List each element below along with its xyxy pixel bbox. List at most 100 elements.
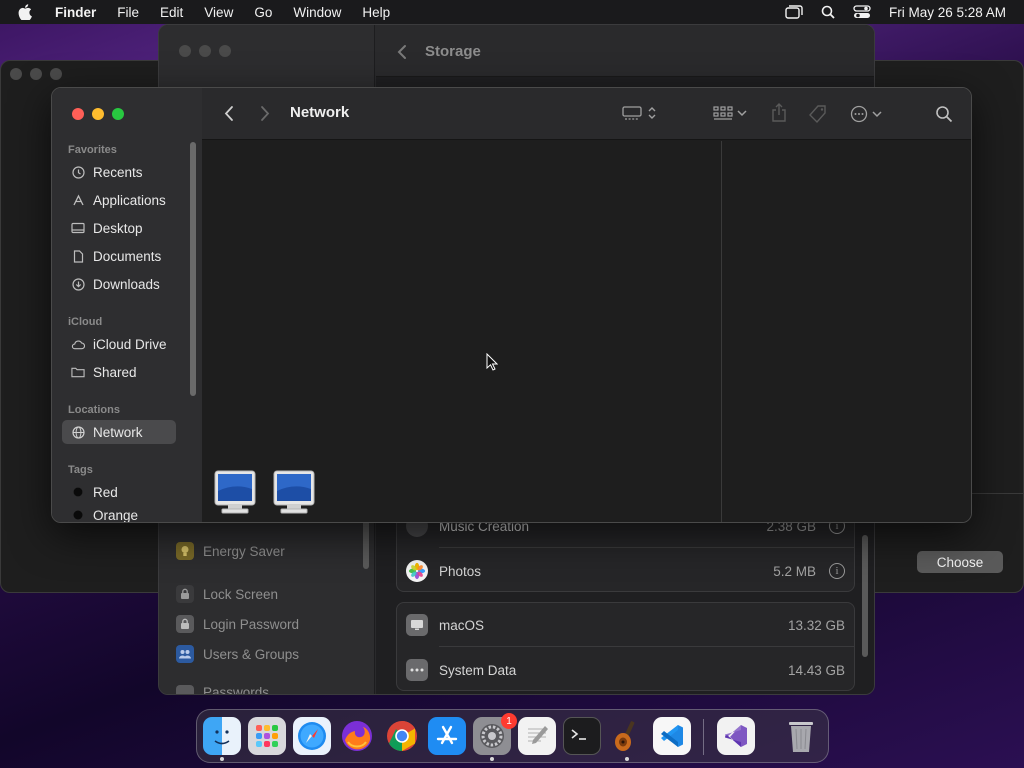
- sidebar-item-icloud-drive[interactable]: iCloud Drive: [62, 332, 176, 356]
- key-icon: [176, 685, 194, 694]
- menu-go[interactable]: Go: [254, 5, 272, 20]
- running-indicator: [220, 757, 224, 761]
- finder-toolbar: Network: [202, 88, 971, 140]
- sidebar-item-shared[interactable]: Shared: [62, 360, 176, 384]
- sidebar-item-label: Red: [93, 484, 118, 500]
- network-computer-icon[interactable]: [213, 469, 257, 515]
- launchpad-icon[interactable]: [248, 717, 286, 755]
- sidebar-item-login-password[interactable]: Login Password: [176, 613, 299, 635]
- users-icon: [176, 645, 194, 663]
- close-button[interactable]: [72, 108, 84, 120]
- sidebar-item-label: Passwords: [203, 685, 270, 695]
- chevron-down-icon: [872, 111, 882, 118]
- trash-icon[interactable]: [782, 717, 820, 755]
- garageband-icon[interactable]: [608, 717, 646, 755]
- sidebar-item-documents[interactable]: Documents: [62, 244, 176, 268]
- sidebar-item-energy-saver[interactable]: Energy Saver: [176, 540, 285, 562]
- storage-row-macos[interactable]: macOS 13.32 GB: [397, 603, 854, 647]
- lock-icon: [176, 585, 194, 603]
- storage-item-name: Photos: [439, 563, 482, 579]
- grid-icon: [713, 106, 733, 120]
- applications-icon: [71, 193, 85, 207]
- firefox-icon[interactable]: [338, 717, 376, 755]
- sidebar-item-label: Applications: [93, 192, 166, 208]
- sidebar-item-users-groups[interactable]: Users & Groups: [176, 643, 299, 665]
- tag-dot-icon: [71, 508, 85, 522]
- chrome-icon[interactable]: [383, 717, 421, 755]
- menu-bar: Finder File Edit View Go Window Help Fri…: [0, 0, 1024, 24]
- window-switcher-icon[interactable]: [785, 5, 803, 19]
- view-mode-button[interactable]: [622, 105, 656, 121]
- column-divider[interactable]: [721, 141, 722, 522]
- storage-row-photos[interactable]: Photos 5.2 MB i: [397, 549, 854, 593]
- search-button[interactable]: [935, 105, 953, 123]
- textedit-icon[interactable]: [518, 717, 556, 755]
- storage-item-size: 14.43 GB: [787, 662, 845, 678]
- storage-item-name: macOS: [439, 617, 485, 633]
- search-icon: [936, 106, 953, 123]
- settings-window-controls: [179, 45, 231, 57]
- sidebar-item-desktop[interactable]: Desktop: [62, 216, 176, 240]
- sidebar-item-tag-red[interactable]: Red: [62, 480, 176, 504]
- divider: [439, 547, 854, 548]
- menu-clock[interactable]: Fri May 26 5:28 AM: [889, 5, 1006, 20]
- tag-dot-icon: [71, 485, 85, 499]
- sidebar-item-recents[interactable]: Recents: [62, 160, 176, 184]
- menu-window[interactable]: Window: [293, 5, 341, 20]
- zoom-button[interactable]: [219, 45, 231, 57]
- sidebar-item-network[interactable]: Network: [62, 420, 176, 444]
- sidebar-item-tag-orange[interactable]: Orange: [62, 508, 176, 522]
- system-settings-icon[interactable]: 1: [473, 713, 517, 755]
- close-button[interactable]: [179, 45, 191, 57]
- storage-system-group: macOS 13.32 GB System Data 14.43 GB: [396, 602, 855, 691]
- sidebar-item-label: Network: [93, 424, 143, 440]
- zoom-button[interactable]: [50, 68, 62, 80]
- sidebar-scrollbar[interactable]: [190, 142, 196, 396]
- menu-file[interactable]: File: [117, 5, 139, 20]
- storage-item-size: 13.32 GB: [787, 617, 845, 633]
- more-actions-button[interactable]: [850, 105, 882, 123]
- menu-view[interactable]: View: [204, 5, 233, 20]
- gallery-view-icon: [622, 106, 642, 120]
- section-locations: Locations: [68, 404, 120, 416]
- info-icon[interactable]: i: [829, 563, 845, 579]
- safari-icon[interactable]: [293, 717, 331, 755]
- back-chevron-icon[interactable]: [397, 44, 407, 65]
- divider: [439, 646, 854, 647]
- control-center-icon[interactable]: [853, 5, 871, 19]
- content-scrollbar[interactable]: [862, 535, 868, 657]
- share-button[interactable]: [771, 103, 787, 123]
- section-tags: Tags: [68, 464, 93, 476]
- sidebar-item-passwords[interactable]: Passwords: [176, 685, 270, 695]
- spotlight-search-icon[interactable]: [821, 5, 835, 19]
- network-computer-icon[interactable]: [272, 469, 316, 515]
- choose-button[interactable]: Choose: [917, 551, 1003, 573]
- sidebar-item-lock-screen[interactable]: Lock Screen: [176, 583, 278, 605]
- close-button[interactable]: [10, 68, 22, 80]
- vscode-icon[interactable]: [653, 717, 691, 755]
- app-store-icon[interactable]: [428, 717, 466, 755]
- storage-row-system-data[interactable]: System Data 14.43 GB: [397, 648, 854, 692]
- menu-finder[interactable]: Finder: [55, 5, 96, 20]
- sidebar-item-label: Desktop: [93, 220, 143, 236]
- sidebar-item-downloads[interactable]: Downloads: [62, 272, 176, 296]
- mouse-cursor-icon: [486, 352, 499, 376]
- menu-help[interactable]: Help: [362, 5, 390, 20]
- ellipsis-icon: [406, 659, 428, 681]
- zoom-button[interactable]: [112, 108, 124, 120]
- group-by-button[interactable]: [713, 105, 747, 121]
- minimize-button[interactable]: [30, 68, 42, 80]
- apple-menu-icon[interactable]: [18, 0, 40, 24]
- minimize-button[interactable]: [92, 108, 104, 120]
- terminal-icon[interactable]: [563, 717, 601, 755]
- minimize-button[interactable]: [199, 45, 211, 57]
- forward-button[interactable]: [260, 105, 270, 122]
- menu-edit[interactable]: Edit: [160, 5, 183, 20]
- back-button[interactable]: [224, 105, 234, 122]
- sidebar-scrollbar[interactable]: [363, 519, 369, 569]
- visual-studio-icon[interactable]: [717, 717, 755, 755]
- finder-icon[interactable]: [203, 717, 241, 755]
- sidebar-item-applications[interactable]: Applications: [62, 188, 176, 212]
- tag-button[interactable]: [808, 104, 828, 124]
- sidebar-item-label: Shared: [93, 364, 137, 380]
